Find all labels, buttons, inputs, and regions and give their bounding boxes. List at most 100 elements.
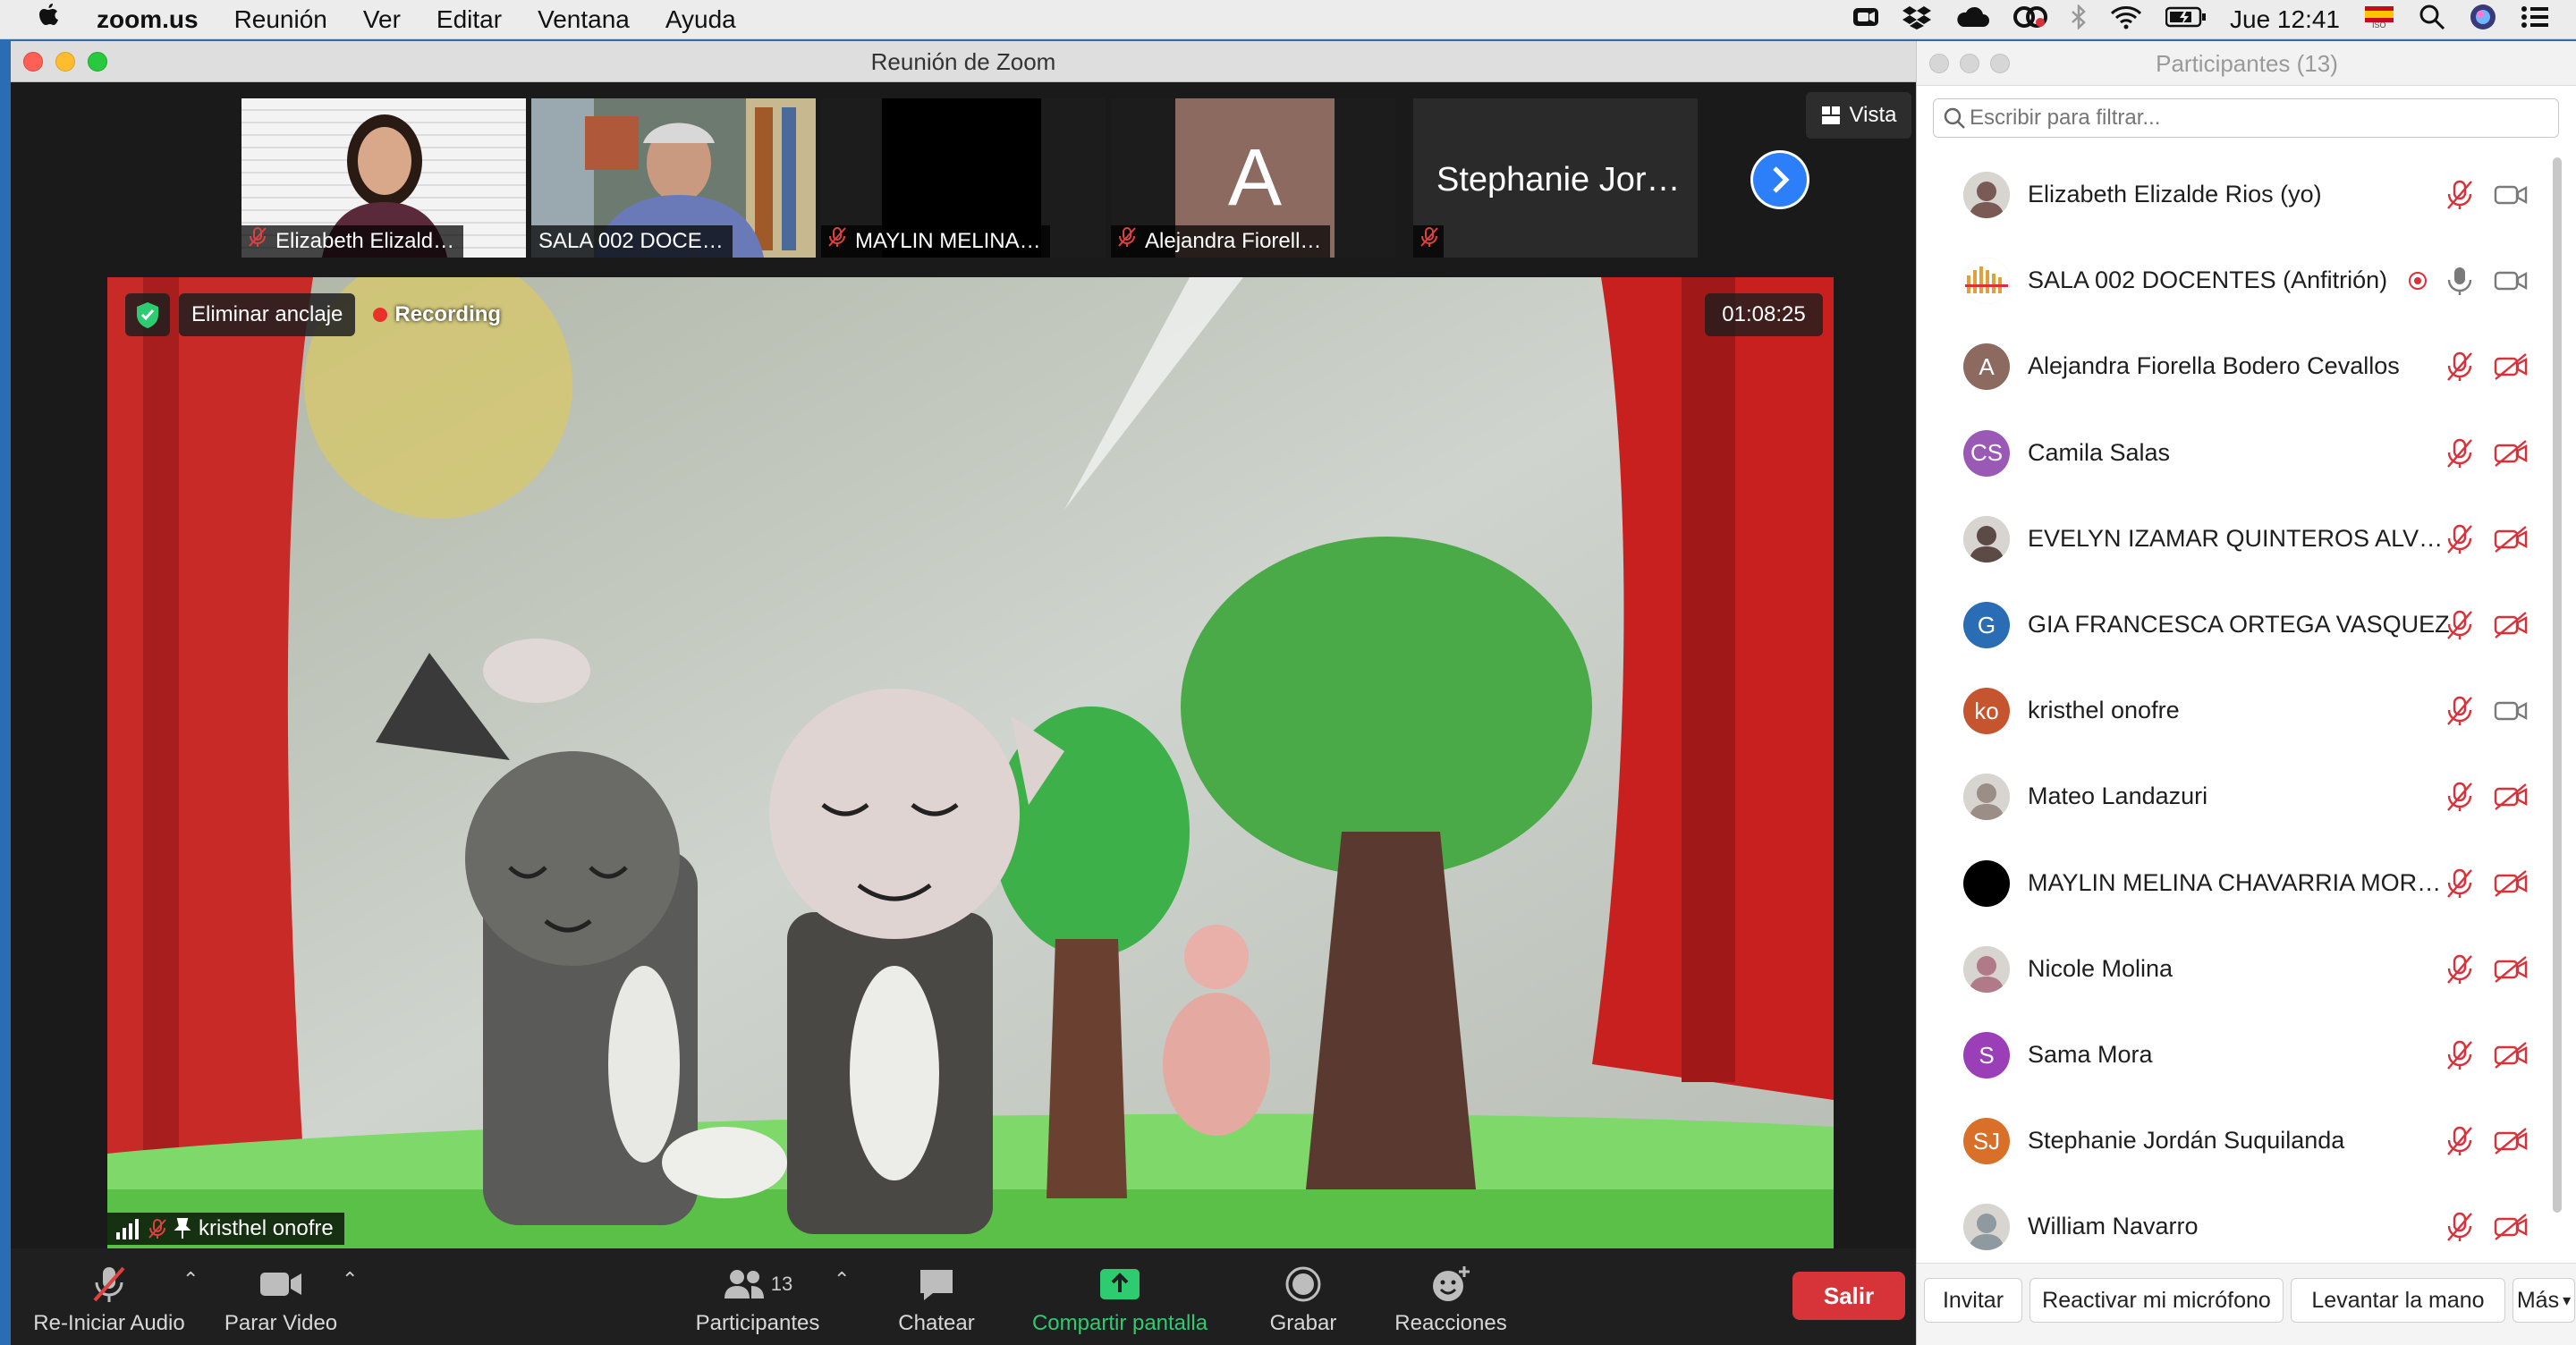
- participant-row[interactable]: A Alejandra Fiorella Bodero Cevallos: [1917, 324, 2561, 410]
- invite-button[interactable]: Invitar: [1924, 1278, 2022, 1323]
- thumbnail-name: SALA 002 DOCE…: [538, 229, 724, 253]
- battery-icon[interactable]: [2165, 5, 2207, 35]
- share-screen-button[interactable]: Compartir pantalla: [1013, 1265, 1227, 1336]
- video-camera-icon[interactable]: [2493, 265, 2529, 301]
- recording-indicator[interactable]: Recording: [373, 302, 501, 327]
- participant-row[interactable]: MAYLIN MELINA CHAVARRIA MOR…: [1917, 841, 2561, 926]
- menu-ventana[interactable]: Ventana: [538, 5, 630, 34]
- participants-options-caret[interactable]: ⌃: [834, 1268, 850, 1291]
- mic-muted-icon[interactable]: [2445, 609, 2475, 646]
- active-speaker-video: [107, 277, 1834, 1248]
- audio-options-caret[interactable]: ⌃: [182, 1268, 199, 1291]
- participant-row[interactable]: ko kristhel onofre: [1917, 668, 2561, 754]
- thumbnail-name: Elizabeth Elizald…: [275, 229, 455, 253]
- video-off-icon[interactable]: [2493, 1125, 2529, 1162]
- participant-name: William Navarro: [2028, 1213, 2199, 1240]
- search-icon: [1943, 106, 1966, 136]
- reactions-button[interactable]: Reacciones: [1379, 1265, 1522, 1336]
- apple-icon[interactable]: [36, 2, 61, 38]
- mic-icon[interactable]: [2445, 265, 2475, 301]
- mic-muted-icon[interactable]: [2445, 781, 2475, 817]
- menu-ver[interactable]: Ver: [363, 5, 401, 34]
- mic-muted-icon[interactable]: [2445, 1039, 2475, 1076]
- mic-muted-icon: [1118, 225, 1136, 258]
- participant-row[interactable]: EVELYN IZAMAR QUINTEROS ALV…: [1917, 496, 2561, 582]
- next-page-button[interactable]: [1750, 150, 1809, 209]
- mic-muted-icon[interactable]: [2445, 351, 2475, 387]
- participants-button[interactable]: 13 Participantes: [682, 1265, 834, 1336]
- creative-cloud-icon[interactable]: [2013, 4, 2047, 36]
- raise-hand-button[interactable]: Levantar la mano: [2291, 1278, 2505, 1323]
- chat-button[interactable]: Chatear: [883, 1265, 990, 1336]
- siri-icon[interactable]: [2469, 3, 2497, 38]
- leave-meeting-button[interactable]: Salir: [1792, 1272, 1905, 1320]
- participant-filter[interactable]: [1933, 98, 2559, 138]
- mic-muted-icon[interactable]: [2445, 437, 2475, 474]
- spotlight-search-icon[interactable]: [2419, 4, 2445, 37]
- video-camera-icon[interactable]: [2493, 695, 2529, 732]
- mic-muted-icon[interactable]: [2445, 695, 2475, 732]
- participant-row[interactable]: William Navarro: [1917, 1184, 2561, 1270]
- thumbnail-participant-5[interactable]: Stephanie Jor…: [1413, 98, 1698, 258]
- mic-muted-icon[interactable]: [2445, 1211, 2475, 1248]
- bluetooth-icon[interactable]: [2071, 3, 2087, 36]
- icloud-icon[interactable]: [1954, 5, 1990, 35]
- zoom-tray-icon[interactable]: [1852, 5, 1879, 35]
- video-options-caret[interactable]: ⌃: [342, 1268, 358, 1291]
- video-off-icon[interactable]: [2493, 867, 2529, 904]
- thumbnail-participant-2[interactable]: SALA 002 DOCE…: [531, 98, 816, 258]
- unpin-button[interactable]: Eliminar anclaje: [179, 293, 356, 336]
- wifi-icon[interactable]: [2110, 4, 2142, 36]
- unmute-me-button[interactable]: Reactivar mi micrófono: [2029, 1278, 2284, 1323]
- avatar-initials: S: [1979, 1041, 1995, 1069]
- thumbnail-participant-3[interactable]: MAYLIN MELINA…: [821, 98, 1106, 258]
- menu-app-name[interactable]: zoom.us: [97, 5, 199, 34]
- notification-center-icon[interactable]: [2521, 5, 2549, 35]
- recording-dot-icon: [373, 308, 388, 322]
- mic-muted-icon[interactable]: [2445, 953, 2475, 990]
- participant-row[interactable]: Mateo Landazuri: [1917, 754, 2561, 840]
- thumbnail-participant-1[interactable]: Elizabeth Elizald…: [242, 98, 526, 258]
- avatar-initials: G: [1977, 611, 1996, 639]
- video-button-label: Parar Video: [224, 1311, 338, 1335]
- participant-row[interactable]: G GIA FRANCESCA ORTEGA VASQUEZ: [1917, 582, 2561, 668]
- mic-muted-icon[interactable]: [2445, 1125, 2475, 1162]
- participant-row[interactable]: Nicole Molina: [1917, 926, 2561, 1012]
- thumbnail-participant-4[interactable]: A Alejandra Fiorell…: [1111, 98, 1395, 258]
- view-button[interactable]: Vista: [1806, 92, 1911, 139]
- menu-clock[interactable]: Jue 12:41: [2230, 5, 2340, 34]
- encryption-shield-button[interactable]: [125, 293, 170, 336]
- participant-row[interactable]: CS Camila Salas: [1917, 410, 2561, 496]
- more-button[interactable]: Más ▾: [2512, 1278, 2575, 1323]
- audio-button[interactable]: Re-Iniciar Audio: [29, 1265, 190, 1336]
- video-off-icon[interactable]: [2493, 1039, 2529, 1076]
- video-off-icon[interactable]: [2493, 437, 2529, 474]
- participant-name: EVELYN IZAMAR QUINTEROS ALV…: [2028, 524, 2444, 552]
- record-button[interactable]: Grabar: [1254, 1265, 1352, 1336]
- video-camera-icon[interactable]: [2493, 179, 2529, 216]
- participant-row[interactable]: SJ Stephanie Jordán Suquilanda: [1917, 1098, 2561, 1184]
- meeting-toolbar: Re-Iniciar Audio ⌃ Parar Video ⌃ 13 Part…: [11, 1248, 1916, 1345]
- menu-ayuda[interactable]: Ayuda: [665, 5, 736, 34]
- participant-row[interactable]: SALA 002 DOCENTES (Anfitrión): [1917, 238, 2561, 324]
- mic-muted-icon[interactable]: [2445, 179, 2475, 216]
- video-off-icon[interactable]: [2493, 1211, 2529, 1248]
- dropbox-icon[interactable]: [1902, 4, 1931, 36]
- mic-muted-icon[interactable]: [2445, 523, 2475, 560]
- participant-list-scrollbar[interactable]: [2553, 157, 2562, 1213]
- filter-input[interactable]: [1970, 106, 2542, 131]
- video-off-icon[interactable]: [2493, 781, 2529, 817]
- video-off-icon[interactable]: [2493, 609, 2529, 646]
- mic-muted-icon[interactable]: [2445, 867, 2475, 904]
- participant-row[interactable]: S Sama Mora: [1917, 1012, 2561, 1098]
- menu-reunion[interactable]: Reunión: [234, 5, 327, 34]
- video-off-icon[interactable]: [2493, 351, 2529, 387]
- input-flag-icon[interactable]: ISO: [2363, 4, 2395, 36]
- video-off-icon[interactable]: [2493, 523, 2529, 560]
- panel-actions-bar: Invitar Reactivar mi micrófono Levantar …: [1917, 1263, 2576, 1345]
- video-off-icon[interactable]: [2493, 953, 2529, 990]
- video-button[interactable]: Parar Video: [218, 1265, 343, 1336]
- menu-editar[interactable]: Editar: [436, 5, 502, 34]
- participant-row[interactable]: Elizabeth Elizalde Rios (yo): [1917, 152, 2561, 238]
- participant-avatar: CS: [1963, 429, 2010, 477]
